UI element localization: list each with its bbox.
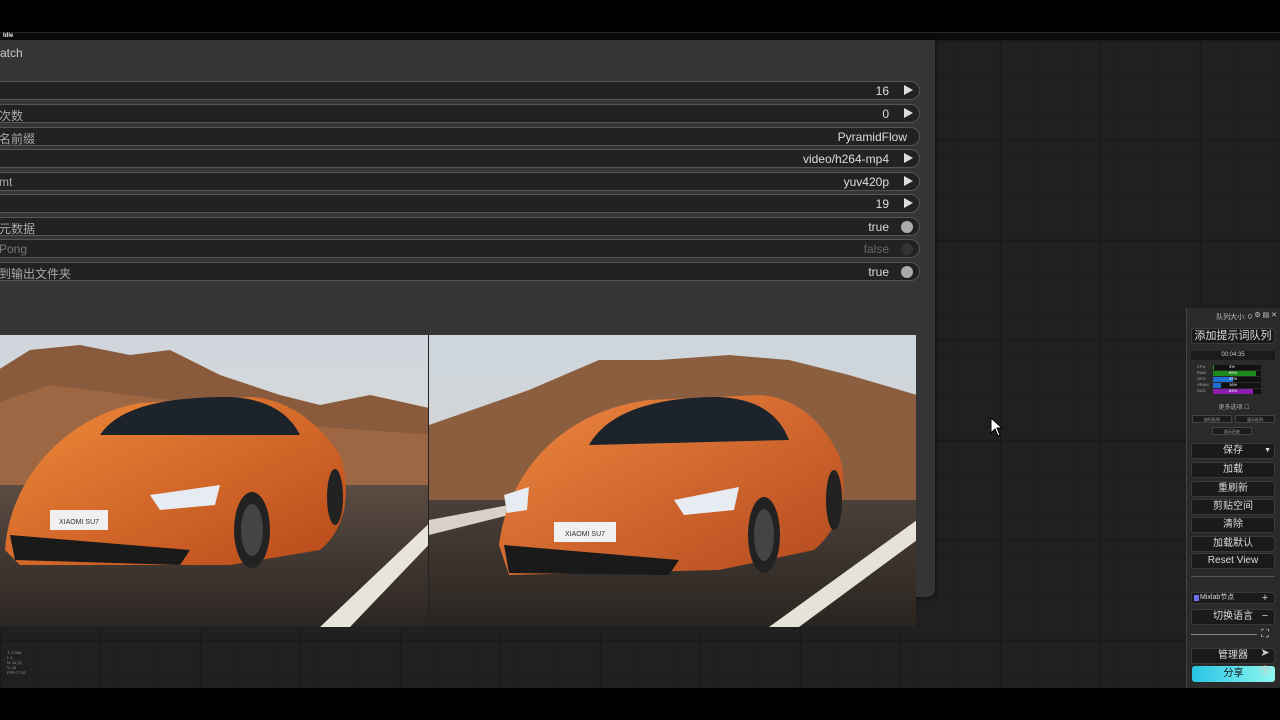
plate-left: XIAOMI SU7 bbox=[59, 519, 99, 526]
node-widget[interactable]: 元数据 true bbox=[0, 217, 920, 236]
widget-value: true bbox=[868, 265, 889, 279]
node-widget[interactable]: video/h264-mp4 bbox=[0, 149, 920, 168]
widget-value: 0 bbox=[882, 107, 889, 121]
node-widget[interactable]: 19 bbox=[0, 194, 920, 213]
meter-value: 42% bbox=[1229, 376, 1238, 381]
widget-label: 元数据 bbox=[0, 222, 36, 236]
graph-stats: T: 0.00s I: 0 N: 11 [2] V: 23 FPS:77.52 bbox=[7, 650, 26, 675]
panel-divider-2 bbox=[1191, 634, 1257, 635]
mixlab-label: Mixlab节点 bbox=[1200, 594, 1235, 601]
top-status-strip: Idle bbox=[0, 32, 1280, 40]
widget-label: 到输出文件夹 bbox=[0, 267, 72, 281]
node-widget[interactable]: 名前缀 PyramidFlow bbox=[0, 127, 920, 146]
reset-view-button[interactable]: Reset View bbox=[1191, 553, 1275, 569]
meter-value: 16% bbox=[1229, 382, 1238, 387]
meter-value: 89% bbox=[1229, 370, 1238, 375]
refresh-button[interactable]: 重刷新 bbox=[1191, 481, 1275, 497]
widget-label: 名前缀 bbox=[0, 132, 36, 146]
load-default-button[interactable]: 加载默认 bbox=[1191, 536, 1275, 552]
widget-label: Pong bbox=[0, 242, 28, 256]
widget-label: 次数 bbox=[0, 109, 24, 123]
widget-value: PyramidFlow bbox=[837, 130, 907, 144]
node-widget[interactable]: mt yuv420p bbox=[0, 172, 920, 191]
node-widget[interactable]: 到输出文件夹 true bbox=[0, 262, 920, 281]
more-options-toggle[interactable]: 更多选项 ☐ bbox=[1187, 402, 1280, 411]
status-idle: Idle bbox=[3, 33, 14, 39]
widget-value: 16 bbox=[875, 84, 889, 98]
save-button[interactable]: 保存 ▼ bbox=[1191, 443, 1275, 459]
toggle-knob-icon[interactable] bbox=[901, 243, 913, 255]
video-combine-node[interactable]: atch 16 次数 0 名前缀 PyramidFlow video/h264-mp4 mt… bbox=[0, 40, 935, 627]
meter-value: 84% bbox=[1229, 388, 1238, 393]
clear-button[interactable]: 清除 bbox=[1191, 517, 1275, 533]
meter-label: CPU bbox=[1197, 364, 1206, 369]
node-widget[interactable]: Pong false bbox=[0, 239, 920, 258]
chevron-down-icon[interactable]: ▼ bbox=[1264, 444, 1271, 458]
preview-frame-right: XIAOMI SU7 bbox=[428, 335, 916, 627]
clipspace-button[interactable]: 剪贴空间 bbox=[1191, 499, 1275, 515]
save-label: 保存 bbox=[1223, 445, 1243, 456]
top-bar bbox=[0, 0, 1280, 32]
stat-fps: FPS:77.52 bbox=[7, 670, 26, 675]
node-widget[interactable]: 16 bbox=[0, 81, 920, 100]
meter-value: 3% bbox=[1229, 364, 1235, 369]
canvas-controls: + − ⛶ ➤ 👁 bbox=[1255, 592, 1275, 682]
arrow-right-icon[interactable] bbox=[904, 198, 913, 208]
eye-icon[interactable]: 👁 bbox=[1255, 664, 1275, 682]
zoom-out-icon[interactable]: − bbox=[1255, 610, 1275, 628]
queue-timer: 00:04:35 bbox=[1191, 351, 1275, 360]
load-button[interactable]: 加载 bbox=[1191, 462, 1275, 478]
plate-right: XIAOMI SU7 bbox=[565, 531, 605, 538]
preview-frame-left: XIAOMI SU7 bbox=[0, 335, 428, 627]
toggle-knob-icon[interactable] bbox=[901, 266, 913, 278]
view-history-button[interactable]: 显示历史 bbox=[1212, 427, 1252, 435]
arrow-right-icon[interactable] bbox=[904, 153, 913, 163]
send-icon[interactable]: ➤ bbox=[1255, 646, 1275, 664]
add-queue-button[interactable]: 添加提示词队列 bbox=[1191, 328, 1275, 344]
widget-value: false bbox=[863, 242, 889, 256]
widget-value: yuv420p bbox=[843, 175, 889, 189]
panel-header-icons[interactable]: ⚙ ▤ ✕ bbox=[1254, 311, 1277, 319]
resource-meter: HDD 84% bbox=[1197, 388, 1267, 394]
widget-label: mt bbox=[0, 175, 13, 189]
widget-value: 19 bbox=[875, 197, 889, 211]
execute-queue-button[interactable]: 执行队列 bbox=[1192, 415, 1232, 423]
widget-value: video/h264-mp4 bbox=[802, 152, 889, 166]
panel-divider bbox=[1191, 576, 1275, 577]
widget-value: true bbox=[868, 220, 889, 234]
arrow-right-icon[interactable] bbox=[904, 108, 913, 118]
meter-label: HDD bbox=[1197, 388, 1206, 393]
show-queue-button[interactable]: 显示队列 bbox=[1235, 415, 1275, 423]
zoom-in-icon[interactable]: + bbox=[1255, 592, 1275, 610]
meter-label: GPU bbox=[1197, 376, 1206, 381]
toggle-knob-icon[interactable] bbox=[901, 221, 913, 233]
mixlab-icon bbox=[1194, 595, 1199, 601]
arrow-right-icon[interactable] bbox=[904, 176, 913, 186]
meter-label: VRAM bbox=[1197, 382, 1209, 387]
fit-view-icon[interactable]: ⛶ bbox=[1255, 628, 1275, 646]
arrow-right-icon[interactable] bbox=[904, 85, 913, 95]
resource-meters: CPU 3% RAM 89% GPU 42% VRAM 16% HDD 84% bbox=[1197, 364, 1267, 394]
video-preview: XIAOMI SU7 XIAOMI SU7 bbox=[0, 335, 916, 627]
node-title: atch bbox=[0, 46, 23, 60]
meter-label: RAM bbox=[1197, 370, 1206, 375]
node-widget[interactable]: 次数 0 bbox=[0, 104, 920, 123]
bottom-bar bbox=[0, 688, 1280, 720]
mouse-cursor-icon bbox=[990, 417, 1004, 437]
